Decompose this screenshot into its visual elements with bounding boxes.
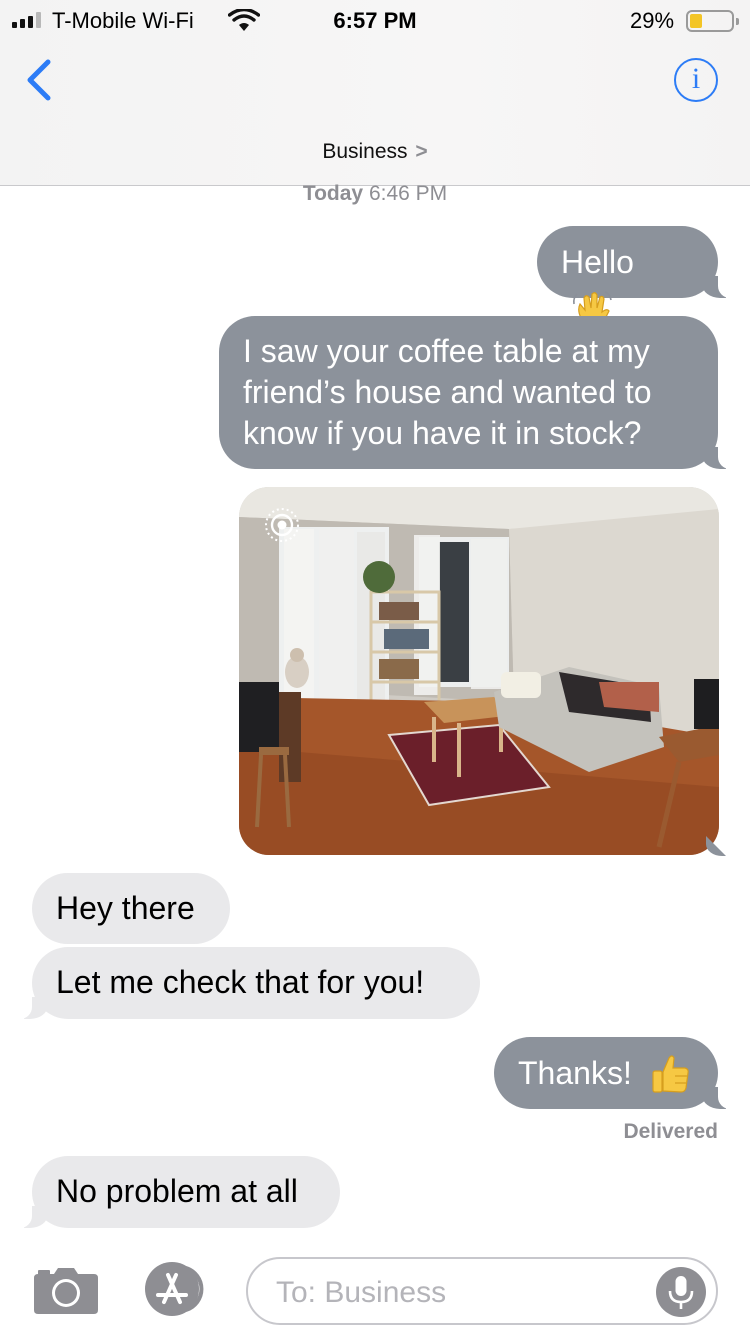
- message-bubble-outgoing[interactable]: Thanks!: [494, 1037, 740, 1109]
- message-text: Thanks!: [518, 1055, 632, 1091]
- message-text: No problem at all: [56, 1173, 298, 1209]
- navigation-header: T-Mobile Wi-Fi 6:57 PM 29% i Business >: [0, 0, 750, 186]
- app-store-icon[interactable]: [140, 1262, 212, 1316]
- microphone-icon: [668, 1276, 694, 1309]
- message-text: Hello: [561, 244, 634, 280]
- message-bubble-incoming[interactable]: No problem at all: [10, 1156, 340, 1228]
- message-input-placeholder: To: Business: [276, 1276, 447, 1309]
- contact-name: Business: [322, 140, 408, 163]
- chevron-right-icon: >: [415, 140, 428, 163]
- message-bubble-outgoing[interactable]: I saw your coffee table at my friend’s h…: [219, 316, 740, 469]
- live-photo-icon[interactable]: [264, 507, 300, 543]
- message-text: I saw your coffee table at my friend’s h…: [243, 333, 652, 451]
- timestamp-day: Today: [302, 182, 364, 205]
- thumbs-up-icon: [652, 1054, 689, 1093]
- chevron-left-icon[interactable]: [22, 56, 58, 104]
- message-text: Let me check that for you!: [56, 964, 425, 1000]
- timestamp-time: 6:46 PM: [368, 182, 448, 205]
- thread-timestamp: Today 6:46 PM: [0, 182, 750, 206]
- contact-title[interactable]: Business >: [0, 140, 750, 164]
- microphone-button[interactable]: [656, 1267, 706, 1317]
- info-button[interactable]: i: [674, 58, 718, 102]
- message-input[interactable]: To: Business: [246, 1257, 718, 1325]
- battery-level: [690, 14, 702, 28]
- battery-icon: [686, 10, 739, 32]
- delivery-status: Delivered: [623, 1120, 718, 1143]
- message-bubble-outgoing[interactable]: Hello: [537, 226, 740, 330]
- info-icon: i: [691, 62, 701, 95]
- message-bubble-incoming[interactable]: Hey there: [32, 873, 230, 944]
- message-text: Hey there: [56, 890, 195, 926]
- status-bar: T-Mobile Wi-Fi 6:57 PM 29%: [0, 0, 750, 40]
- photo-attachment[interactable]: [239, 487, 719, 855]
- photo-bubble-tail: [706, 836, 726, 856]
- living-room-photo: [239, 487, 719, 855]
- battery-percent: 29%: [630, 8, 675, 33]
- message-bubble-incoming[interactable]: Let me check that for you!: [10, 947, 480, 1019]
- camera-icon[interactable]: [34, 1264, 98, 1314]
